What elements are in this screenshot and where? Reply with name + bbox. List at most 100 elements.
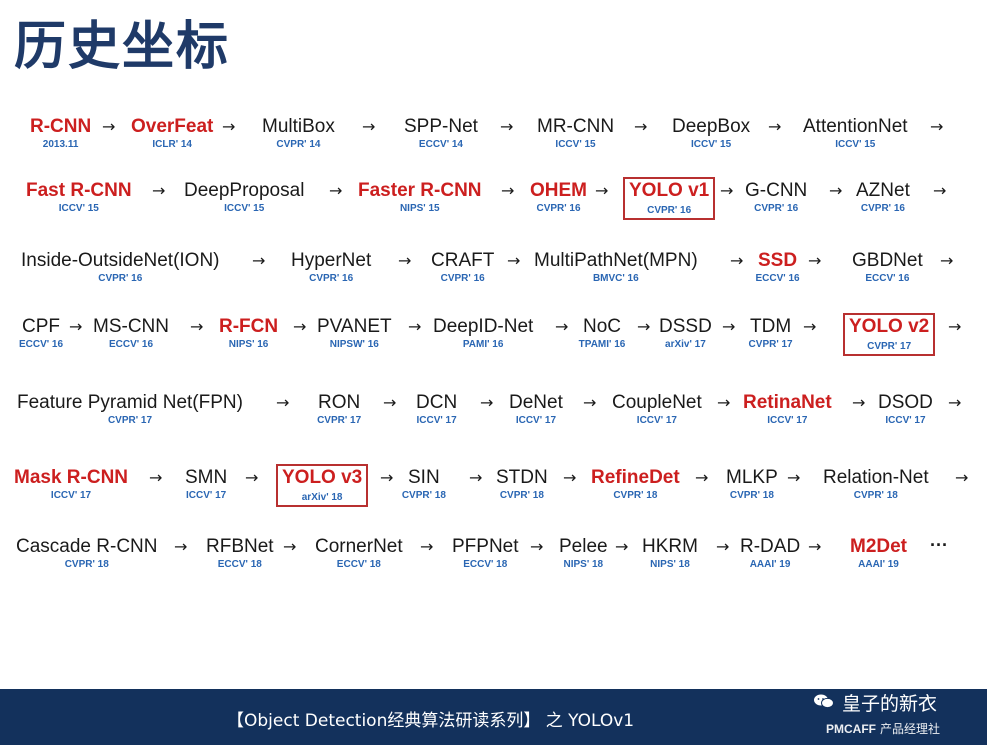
method-venue: CVPR' 16 [536,203,581,214]
method-noc: NoC TPAMI' 16 [579,316,626,350]
arrow-icon: → [293,317,307,336]
method-name: DCN [416,392,458,413]
arrow-icon: → [69,317,83,336]
method-venue: BMVC' 16 [592,273,639,284]
method-venue: ICCV' 15 [58,203,99,214]
arrow-icon: → [222,117,236,136]
arrow-icon: → [730,251,744,270]
arrow-icon: → [362,117,376,136]
method-name: PFPNet [452,536,519,557]
method-name: Faster R-CNN [358,180,482,201]
method-venue: CVPR' 16 [440,273,485,284]
method-venue: AAAI' 19 [858,559,899,570]
method-name: OHEM [530,180,587,201]
arrow-icon: → [948,317,962,336]
method-venue: CVPR' 16 [647,205,692,216]
method-venue: ECCV' 14 [418,139,463,150]
arrow-icon: → [930,117,944,136]
arrow-icon: → [383,393,397,412]
method-mlkp: MLKP CVPR' 18 [726,467,778,501]
timeline: R-CNN 2013.11 OverFeat ICLR' 14 MultiBox CVPR… [0,0,987,680]
arrow-icon: → [829,181,843,200]
method-name: R-DAD [740,536,801,557]
method-venue: ICCV' 15 [690,139,732,150]
arrow-icon: → [480,393,494,412]
method-name: M2Det [850,536,908,557]
method-venue: ICCV' 17 [416,415,457,426]
arrow-icon: → [933,181,947,200]
method-name: AZNet [856,180,910,201]
arrow-icon: → [174,537,188,556]
method-name: DeepID-Net [433,316,534,337]
method-sin: SIN CVPR' 18 [402,467,446,501]
method-venue: ICCV' 15 [555,139,596,150]
method-venue: CVPR' 16 [754,203,799,214]
method-name: CPF [22,316,60,337]
method-venue: CVPR' 18 [401,490,446,501]
method-name: Fast R-CNN [26,180,132,201]
method-name: DSOD [878,392,933,413]
arrow-icon: → [787,468,801,487]
method-name: DeNet [509,392,563,413]
method-name: NoC [583,316,622,337]
method-venue: ICCV' 17 [186,490,227,501]
arrow-icon: → [501,181,515,200]
method-retinanet: RetinaNet ICCV' 17 [743,392,832,426]
method-r-cnn: R-CNN 2013.11 [30,116,92,150]
method-venue: ECCV' 16 [755,273,800,284]
method-r-dad: R-DAD AAAI' 19 [740,536,801,570]
arrow-icon: → [149,468,163,487]
footer-text: 【Object Detection经典算法研读系列】 之 YOLOv1 [227,711,635,731]
method-relation-net: Relation-Net CVPR' 18 [823,467,929,501]
method-venue: ECCV' 18 [463,559,508,570]
method-deepid-net: DeepID-Net PAMI' 16 [433,316,534,350]
method-venue: CVPR' 18 [613,490,658,501]
arrow-icon: → [152,181,166,200]
method-venue: CVPR' 18 [499,490,544,501]
wechat-icon [814,694,834,709]
method-aznet: AZNet CVPR' 16 [856,180,910,214]
method-name: R-CNN [30,116,92,137]
arrow-icon: → [803,317,817,336]
arrow-icon: → [102,117,116,136]
method-name: TDM [750,316,792,337]
method-name: PVANET [317,316,392,337]
method-name: Mask R-CNN [14,467,129,488]
arrow-icon: → [398,251,412,270]
arrow-icon: → [940,251,954,270]
method-venue: NIPS' 15 [399,203,440,214]
method-dssd: DSSD arXiv' 17 [659,316,712,350]
method-name: SSD [758,250,798,271]
method-venue: ECCV' 16 [865,273,910,284]
method-ms-cnn: MS-CNN ECCV' 16 [93,316,169,350]
method-venue: ICCV' 15 [224,203,265,214]
method-dcn: DCN ICCV' 17 [416,392,458,426]
method-multipathnet-mpn: MultiPathNet(MPN) BMVC' 16 [534,250,698,284]
method-venue: CVPR' 17 [867,341,912,352]
method-pvanet: PVANET NIPSW' 16 [317,316,392,350]
arrow-icon: → [555,317,569,336]
method-venue: ICCV' 17 [885,415,926,426]
method-name: SMN [185,467,228,488]
method-spp-net: SPP-Net ECCV' 14 [404,116,478,150]
method-hkrm: HKRM NIPS' 18 [642,536,698,570]
method-name: YOLO v3 [282,467,363,488]
method-mr-cnn: MR-CNN ICCV' 15 [537,116,614,150]
method-m2det: M2Det AAAI' 19 [850,536,908,570]
method-faster-r-cnn: Faster R-CNN NIPS' 15 [358,180,482,214]
method-rfbnet: RFBNet ECCV' 18 [206,536,274,570]
arrow-icon: → [768,117,782,136]
method-tdm: TDM CVPR' 17 [749,316,793,350]
arrow-icon: → [469,468,483,487]
arrow-icon: → [716,537,730,556]
ellipsis-icon: ··· [930,535,948,555]
method-name: DeepBox [672,116,751,137]
method-hypernet: HyperNet CVPR' 16 [291,250,371,284]
arrow-icon: → [500,117,514,136]
method-name: HKRM [642,536,698,557]
method-name: RFBNet [206,536,274,557]
arrow-icon: → [720,181,734,200]
footer-banner: 【Object Detection经典算法研读系列】 之 YOLOv1 皇子的新… [0,689,987,745]
method-venue: CVPR' 17 [317,415,362,426]
arrow-icon: → [722,317,736,336]
